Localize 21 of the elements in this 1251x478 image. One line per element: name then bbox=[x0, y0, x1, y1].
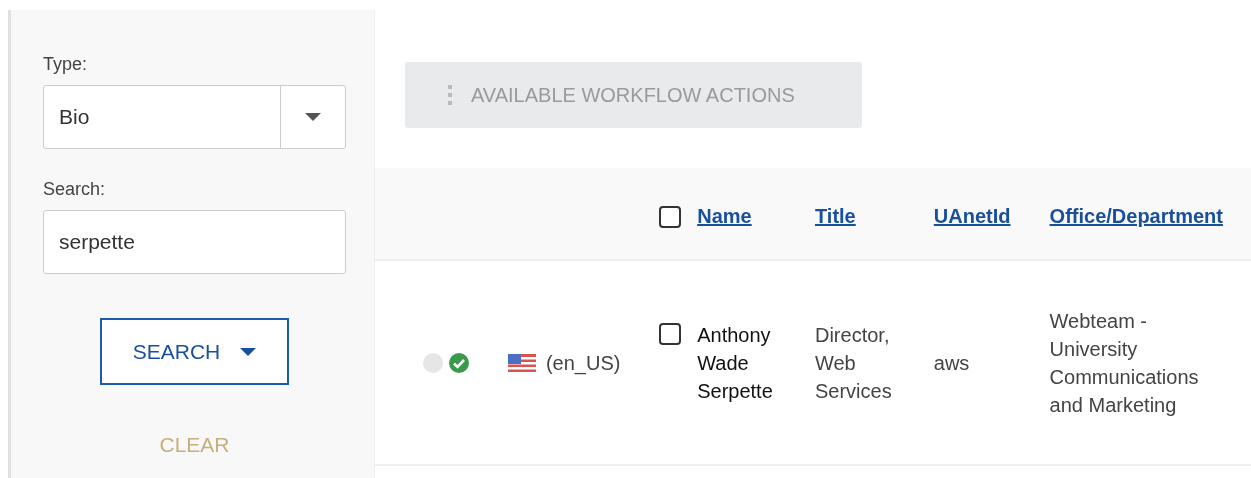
select-all-checkbox[interactable] bbox=[658, 205, 681, 228]
column-header-link[interactable]: Office/Department bbox=[1049, 205, 1223, 227]
search-label: Search: bbox=[43, 179, 107, 200]
table-cell-text: Director, Web Services bbox=[815, 322, 893, 404]
search-field[interactable]: serpette bbox=[43, 210, 346, 274]
locale-text: (en_US) bbox=[545, 350, 621, 377]
search-button[interactable]: SEARCH bbox=[100, 318, 289, 385]
more-vertical-icon bbox=[447, 85, 453, 105]
table-cell-text: aws bbox=[933, 350, 970, 376]
table-cell-text: Webteam - University Communications and Marketing bbox=[1049, 308, 1200, 418]
column-header-link[interactable]: Name bbox=[697, 205, 752, 227]
table-cell-text: Anthony Wade Serpette bbox=[697, 322, 774, 404]
type-label: Type: bbox=[43, 54, 89, 75]
flag-icon bbox=[507, 353, 536, 372]
column-header-link[interactable]: Title bbox=[815, 205, 856, 227]
column-header-link[interactable]: UAnetId bbox=[933, 205, 1011, 227]
status-dot bbox=[423, 352, 443, 373]
row-checkbox[interactable] bbox=[658, 322, 681, 345]
type-select[interactable]: Bio bbox=[43, 85, 346, 149]
caret-icon bbox=[305, 113, 321, 121]
caret-icon bbox=[240, 347, 257, 356]
